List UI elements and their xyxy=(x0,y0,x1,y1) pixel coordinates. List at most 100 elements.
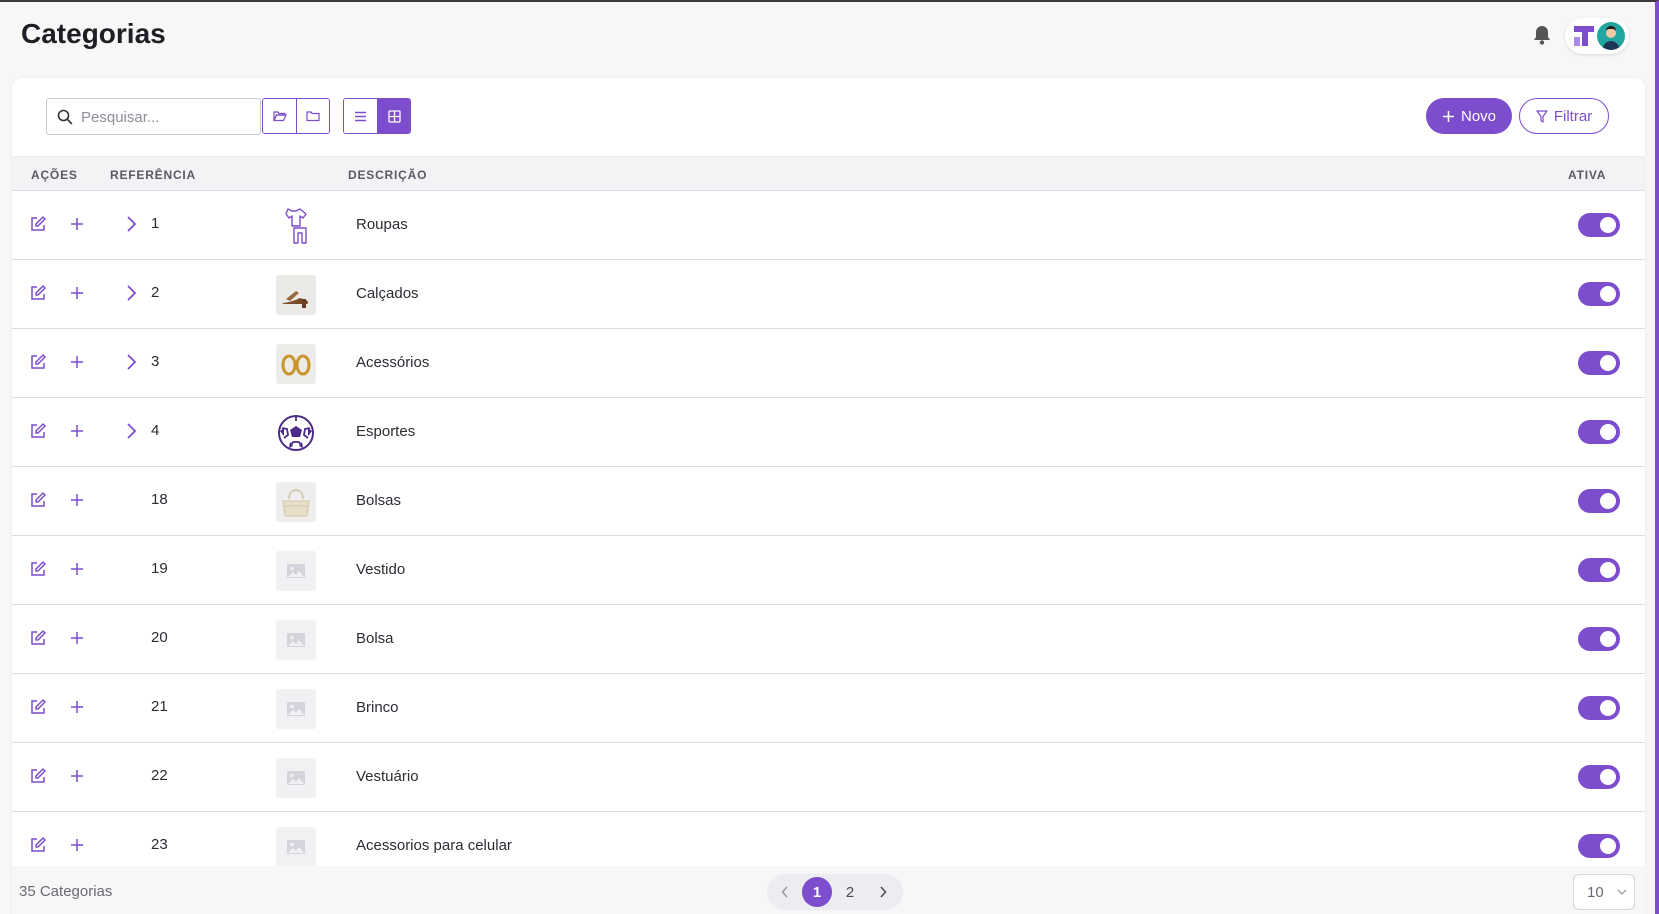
active-toggle[interactable] xyxy=(1578,420,1620,444)
next-page-button[interactable] xyxy=(868,877,898,907)
folder-open-icon xyxy=(272,111,287,122)
active-toggle[interactable] xyxy=(1578,489,1620,513)
row-reference: 18 xyxy=(151,491,168,508)
edit-icon[interactable] xyxy=(29,491,47,509)
column-header-actions: AÇÕES xyxy=(31,168,78,182)
page-size-select[interactable]: 10 xyxy=(1573,874,1635,910)
active-toggle[interactable] xyxy=(1578,558,1620,582)
row-description: Acessorios para celular xyxy=(356,837,512,854)
table-row: 19 Vestido xyxy=(12,536,1645,605)
expand-row-icon[interactable] xyxy=(124,215,138,233)
add-subcategory-icon[interactable] xyxy=(69,837,85,853)
expand-row-icon[interactable] xyxy=(124,422,138,440)
top-bar: Categorias xyxy=(0,2,1655,72)
plus-icon xyxy=(1442,110,1454,122)
row-reference: 1 xyxy=(151,215,160,232)
active-toggle[interactable] xyxy=(1578,627,1620,651)
brand-logo-icon xyxy=(1571,23,1597,49)
edit-icon[interactable] xyxy=(29,698,47,716)
row-description: Vestuário xyxy=(356,768,419,785)
expand-row-icon[interactable] xyxy=(124,353,138,371)
edit-icon[interactable] xyxy=(29,422,47,440)
row-description: Vestido xyxy=(356,561,406,578)
edit-icon[interactable] xyxy=(29,353,47,371)
folder-icon xyxy=(306,111,320,122)
edit-icon[interactable] xyxy=(29,836,47,854)
add-subcategory-icon[interactable] xyxy=(69,354,85,370)
record-count: 35 Categorias xyxy=(19,883,113,900)
expand-row-icon[interactable] xyxy=(124,284,138,302)
grid-icon xyxy=(387,109,401,123)
row-reference: 2 xyxy=(151,284,160,301)
column-header-active[interactable]: ATIVA xyxy=(1568,168,1606,182)
active-toggle[interactable] xyxy=(1578,351,1620,375)
chevron-right-icon xyxy=(880,886,887,898)
chevron-down-icon xyxy=(1617,889,1627,895)
active-toggle[interactable] xyxy=(1578,696,1620,720)
add-subcategory-icon[interactable] xyxy=(69,285,85,301)
handbag-image xyxy=(276,482,316,522)
previous-page-button[interactable] xyxy=(770,877,800,907)
row-reference: 3 xyxy=(151,353,160,370)
row-reference: 20 xyxy=(151,629,168,646)
table-row: 21 Brinco xyxy=(12,674,1645,743)
add-subcategory-icon[interactable] xyxy=(69,699,85,715)
image-placeholder-icon xyxy=(276,827,316,867)
edit-icon[interactable] xyxy=(29,284,47,302)
collapse-all-button[interactable] xyxy=(296,99,329,133)
table-header: AÇÕES REFERÊNCIA DESCRIÇÃO ATIVA xyxy=(12,156,1645,191)
grid-view-button[interactable] xyxy=(377,99,410,133)
clothes-icon xyxy=(276,206,316,246)
table-row: 1 Roupas xyxy=(12,191,1645,260)
toolbar: Novo Filtrar xyxy=(12,78,1645,156)
active-toggle[interactable] xyxy=(1578,834,1620,858)
active-toggle[interactable] xyxy=(1578,765,1620,789)
row-description: Brinco xyxy=(356,699,399,716)
avatar[interactable] xyxy=(1597,22,1625,50)
image-placeholder-icon xyxy=(276,620,316,660)
bell-icon[interactable] xyxy=(1532,24,1552,46)
view-mode-group xyxy=(343,98,411,134)
categories-card: Novo Filtrar AÇÕES REFERÊNCIA DESCRIÇÃO … xyxy=(12,78,1645,914)
row-reference: 23 xyxy=(151,836,168,853)
page-title: Categorias xyxy=(21,18,166,49)
row-description: Esportes xyxy=(356,423,416,440)
filter-icon xyxy=(1536,109,1548,123)
search-input[interactable] xyxy=(81,105,251,129)
add-subcategory-icon[interactable] xyxy=(69,768,85,784)
account-menu[interactable] xyxy=(1565,18,1629,54)
row-reference: 22 xyxy=(151,767,168,784)
row-reference: 19 xyxy=(151,560,168,577)
active-toggle[interactable] xyxy=(1578,213,1620,237)
image-placeholder-icon xyxy=(276,689,316,729)
column-header-description[interactable]: DESCRIÇÃO xyxy=(348,168,427,182)
edit-icon[interactable] xyxy=(29,767,47,785)
add-subcategory-icon[interactable] xyxy=(69,423,85,439)
search-box xyxy=(46,98,261,135)
image-placeholder-icon xyxy=(276,758,316,798)
filter-button[interactable]: Filtrar xyxy=(1519,98,1609,134)
active-toggle[interactable] xyxy=(1578,282,1620,306)
add-subcategory-icon[interactable] xyxy=(69,561,85,577)
edit-icon[interactable] xyxy=(29,215,47,233)
table-body: 1 Roupas 2 Calçados 3 Acessórios 4 Esportes 18 Bo… xyxy=(12,191,1645,881)
edit-icon[interactable] xyxy=(29,629,47,647)
page-button-2[interactable]: 2 xyxy=(835,877,865,907)
image-placeholder-icon xyxy=(276,551,316,591)
column-header-reference[interactable]: REFERÊNCIA xyxy=(110,168,196,182)
page-button-1[interactable]: 1 xyxy=(802,877,832,907)
add-subcategory-icon[interactable] xyxy=(69,492,85,508)
new-button[interactable]: Novo xyxy=(1426,98,1512,134)
add-subcategory-icon[interactable] xyxy=(69,630,85,646)
row-description: Bolsa xyxy=(356,630,394,647)
list-icon xyxy=(355,111,366,121)
edit-icon[interactable] xyxy=(29,560,47,578)
sandal-image xyxy=(276,275,316,315)
row-description: Roupas xyxy=(356,216,408,233)
table-row: 4 Esportes xyxy=(12,398,1645,467)
expand-all-button[interactable] xyxy=(263,99,296,133)
table-row: 20 Bolsa xyxy=(12,605,1645,674)
row-description: Acessórios xyxy=(356,354,430,371)
list-view-button[interactable] xyxy=(344,99,377,133)
add-subcategory-icon[interactable] xyxy=(69,216,85,232)
